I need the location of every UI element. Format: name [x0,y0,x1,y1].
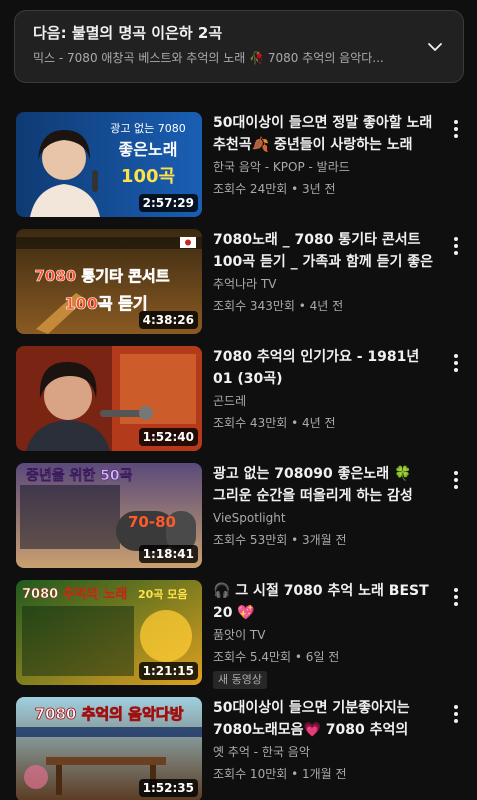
video-title[interactable]: 7080노래 _ 7080 통기타 콘서트 100곡 듣기 _ 가족과 함께 듣… [213,229,435,273]
thumb-caption: 좋은노래 [119,140,178,159]
video-item[interactable]: 7080 통기타 콘서트 100곡 듣기 4:38:26 7080노래 _ 70… [0,225,477,342]
thumb-caption: 20곡 모음 [138,588,188,601]
duration-badge: 1:18:41 [138,545,198,563]
channel-name[interactable]: 추억나라 TV [213,273,435,295]
video-item[interactable]: 광고 없는 7080 좋은노래 100곡 2:57:29 50대이상이 들으면 … [0,108,477,225]
video-title[interactable]: 7080 추억의 인기가요 - 1981년 01 (30곡) [213,346,435,390]
thumb-caption: 광고 없는 7080 [110,122,185,135]
channel-name[interactable]: 옛 추억 - 한국 음악 [213,741,435,763]
channel-name[interactable]: 한국 음악 - KPOP - 발라드 [213,156,435,178]
thumb-caption: 100곡 듣기 [64,294,147,313]
video-meta[interactable]: 7080노래 _ 7080 통기타 콘서트 100곡 듣기 _ 가족과 함께 듣… [213,229,435,317]
video-meta[interactable]: 광고 없는 708090 좋은노래 🍀 그리운 순간을 떠올리게 하는 감성 노… [213,463,435,551]
video-thumbnail[interactable]: 중년을 위한 50곡 70-80 1:18:41 [16,463,202,568]
thumb-caption: 7080 통기타 콘서트 [35,267,170,285]
duration-badge: 1:52:35 [138,779,198,797]
video-stats: 조회수 24만회 • 3년 전 [213,182,336,196]
video-meta[interactable]: 50대이상이 들으면 정말 좋아할 노래 추천곡🍂 중년들이 사랑하는 노래 한… [213,112,435,200]
duration-badge: 1:21:15 [138,662,198,680]
more-options-icon[interactable] [449,352,463,374]
thumb-caption: 7080 추억의 음악다방 [35,705,184,723]
video-stats: 조회수 53만회 • 3개월 전 [213,533,347,547]
up-next-card[interactable]: 다음: 불멸의 명곡 이은하 2곡 믹스 - 7080 애창곡 베스트와 추억의… [14,10,464,83]
channel-name[interactable]: VieSpotlight [213,507,435,529]
video-thumbnail[interactable]: 7080 통기타 콘서트 100곡 듣기 4:38:26 [16,229,202,334]
video-stats: 조회수 343만회 • 4년 전 [213,299,344,313]
duration-badge: 4:38:26 [138,311,198,329]
watch-next-panel: 다음: 불멸의 명곡 이은하 2곡 믹스 - 7080 애창곡 베스트와 추억의… [0,0,477,800]
chevron-down-icon[interactable] [427,39,443,55]
duration-badge: 2:57:29 [138,194,198,212]
channel-name[interactable]: 품앗이 TV [213,624,435,646]
video-list: 광고 없는 7080 좋은노래 100곡 2:57:29 50대이상이 들으면 … [0,108,477,800]
video-item[interactable]: 1:52:40 7080 추억의 인기가요 - 1981년 01 (30곡) 곤… [0,342,477,459]
video-thumbnail[interactable]: 1:52:40 [16,346,202,451]
up-next-title: 다음: 불멸의 명곡 이은하 2곡 [33,24,223,42]
video-meta[interactable]: 7080 추억의 인기가요 - 1981년 01 (30곡) 곤드레 조회수 4… [213,346,435,434]
video-item[interactable]: 7080 추억의 음악다방 1:52:35 50대이상이 들으면 기분좋아지는 … [0,693,477,800]
more-options-icon[interactable] [449,703,463,725]
video-item[interactable]: 7080 추억의 노래 20곡 모음 1:21:15 🎧 그 시절 7080 추… [0,576,477,693]
thumb-caption: 100곡 [121,166,175,187]
duration-badge: 1:52:40 [138,428,198,446]
video-thumbnail[interactable]: 7080 추억의 노래 20곡 모음 1:21:15 [16,580,202,685]
thumb-caption: 7080 추억의 노래 [22,586,127,602]
video-meta[interactable]: 🎧 그 시절 7080 추억 노래 BEST 20 💖 품앗이 TV 조회수 5… [213,580,435,689]
more-options-icon[interactable] [449,118,463,140]
video-thumbnail[interactable]: 7080 추억의 음악다방 1:52:35 [16,697,202,800]
more-options-icon[interactable] [449,586,463,608]
video-thumbnail[interactable]: 광고 없는 7080 좋은노래 100곡 2:57:29 [16,112,202,217]
video-stats: 조회수 10만회 • 1개월 전 [213,767,347,781]
new-video-badge: 새 동영상 [213,671,267,689]
video-stats: 조회수 5.4만회 • 6일 전 [213,650,340,664]
video-title[interactable]: 50대이상이 들으면 정말 좋아할 노래 추천곡🍂 중년들이 사랑하는 노래 [213,112,435,156]
video-meta[interactable]: 50대이상이 들으면 기분좋아지는 7080노래모음💗 7080 추억의 노래 … [213,697,435,785]
up-next-subtitle: 믹스 - 7080 애창곡 베스트와 추억의 노래 🥀 7080 추억의 음악다… [33,51,384,65]
video-title[interactable]: 🎧 그 시절 7080 추억 노래 BEST 20 💖 [213,580,435,624]
thumb-caption: 70-80 [128,513,176,531]
thumb-caption: 중년을 위한 50곡 [26,468,133,484]
video-item[interactable]: 중년을 위한 50곡 70-80 1:18:41 광고 없는 708090 좋은… [0,459,477,576]
more-options-icon[interactable] [449,469,463,491]
channel-name[interactable]: 곤드레 [213,390,435,412]
more-options-icon[interactable] [449,235,463,257]
video-title[interactable]: 광고 없는 708090 좋은노래 🍀 그리운 순간을 떠올리게 하는 감성 노… [213,463,435,507]
video-title[interactable]: 50대이상이 들으면 기분좋아지는 7080노래모음💗 7080 추억의 노래 [213,697,435,741]
video-stats: 조회수 43만회 • 4년 전 [213,416,336,430]
